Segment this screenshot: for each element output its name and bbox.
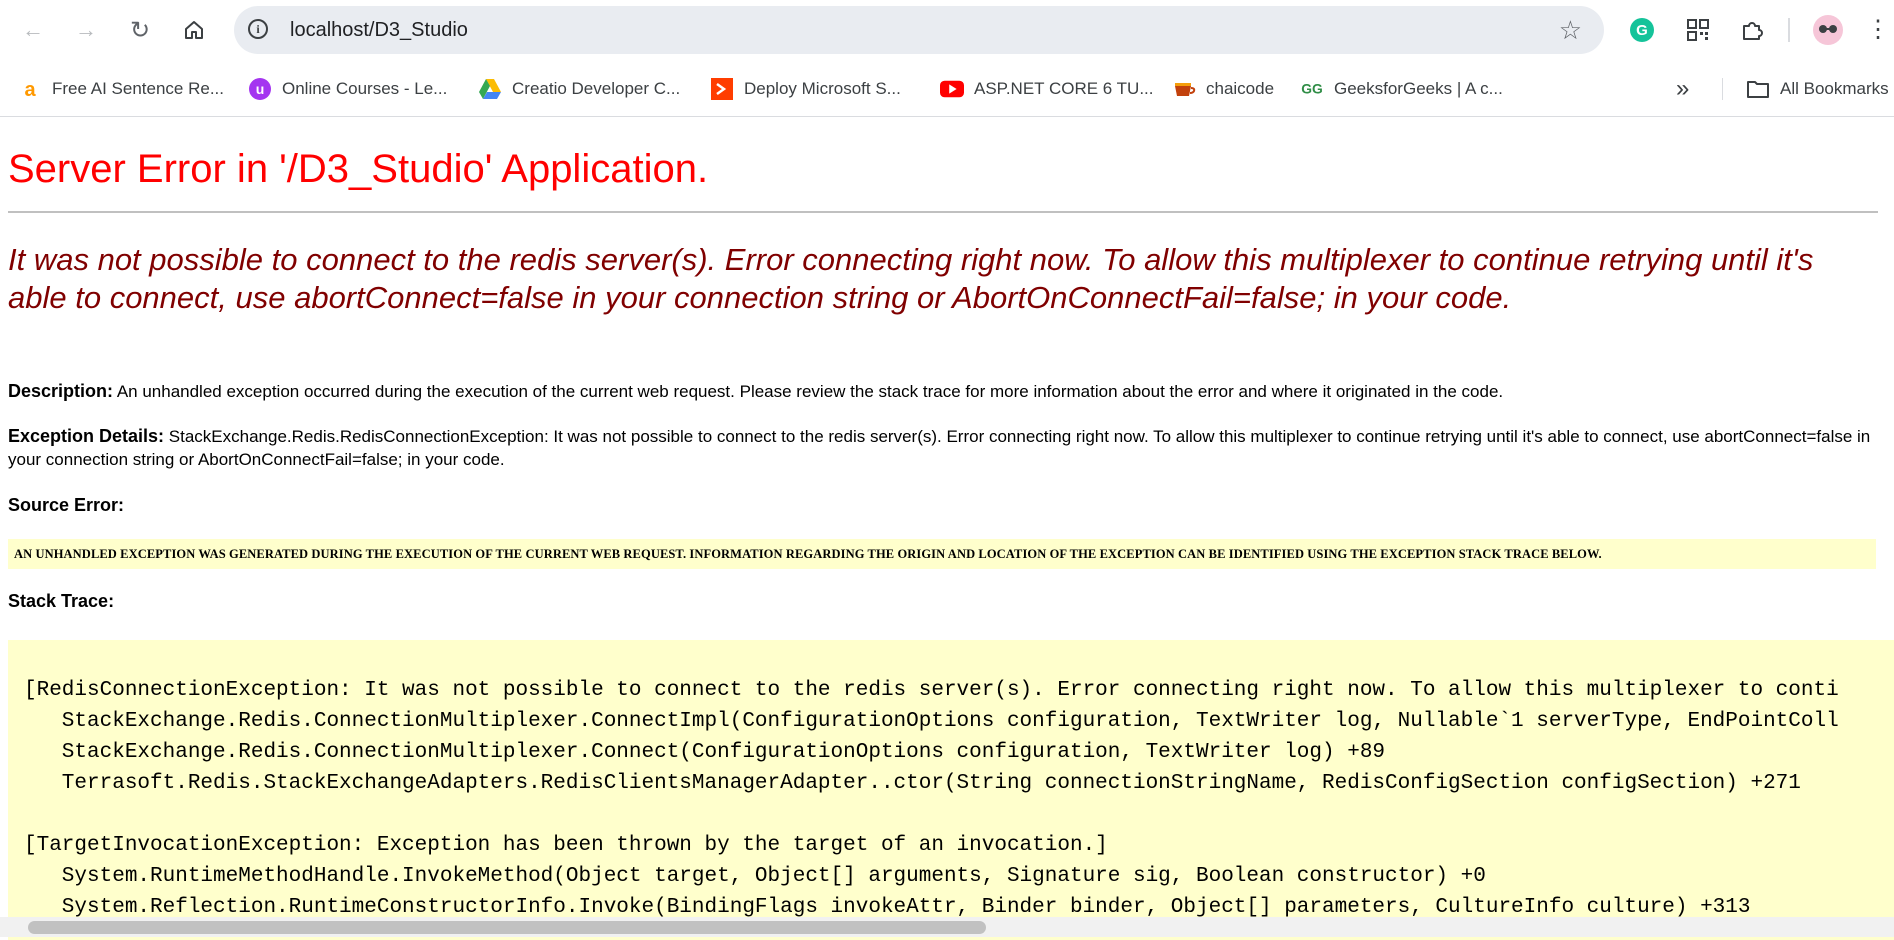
youtube-favicon xyxy=(940,77,964,101)
source-error-box: AN UNHANDLED EXCEPTION WAS GENERATED DUR… xyxy=(8,539,1876,569)
geeksforgeeks-favicon: GG xyxy=(1300,77,1324,101)
bookmark-item[interactable]: a Free AI Sentence Re... xyxy=(18,75,224,103)
all-bookmarks-button[interactable]: All Bookmarks xyxy=(1746,75,1889,103)
bookmark-star-icon[interactable]: ☆ xyxy=(1559,15,1582,46)
exception-details-section: Exception Details: StackExchange.Redis.R… xyxy=(8,425,1878,471)
info-icon[interactable]: i xyxy=(248,19,268,39)
source-error-label: Source Error: xyxy=(8,495,125,515)
stack-trace-line: [RedisConnectionException: It was not po… xyxy=(24,679,1839,702)
page-content: Server Error in '/D3_Studio' Application… xyxy=(0,117,1894,940)
toolbar-divider xyxy=(1788,18,1790,42)
svg-text:GG: GG xyxy=(1301,81,1323,97)
home-icon xyxy=(185,21,203,39)
exception-details-label: Exception Details: xyxy=(8,426,165,446)
deploy-favicon xyxy=(710,77,734,101)
forward-button[interactable]: → xyxy=(70,14,102,46)
title-divider xyxy=(8,211,1878,213)
browser-toolbar: ← → ↻ i localhost/D3_Studio ☆ G ⋮ xyxy=(0,0,1894,62)
stack-trace-line: [TargetInvocationException: Exception ha… xyxy=(24,834,1108,857)
bookmark-item[interactable]: chaicode xyxy=(1172,75,1274,103)
chevron-double-right-icon: » xyxy=(1676,75,1690,102)
grammarly-extension-icon[interactable]: G xyxy=(1624,12,1660,48)
stack-trace-label: Stack Trace: xyxy=(8,591,115,611)
back-button[interactable]: ← xyxy=(17,14,49,46)
description-text: An unhandled exception occurred during t… xyxy=(116,382,1504,401)
source-error-section: Source Error: xyxy=(8,494,1878,517)
udemy-favicon: u xyxy=(248,77,272,101)
home-button[interactable] xyxy=(178,14,210,46)
exception-details-text: StackExchange.Redis.RedisConnectionExcep… xyxy=(8,427,1871,469)
stack-trace-line: StackExchange.Redis.ConnectionMultiplexe… xyxy=(24,710,1839,733)
svg-text:u: u xyxy=(256,81,265,97)
arrow-left-icon: ← xyxy=(22,17,44,42)
svg-text:G: G xyxy=(1636,22,1648,39)
google-drive-favicon xyxy=(478,77,502,101)
bookmarks-bar: a Free AI Sentence Re... u Online Course… xyxy=(0,62,1894,117)
profile-avatar[interactable] xyxy=(1810,12,1846,48)
bookmark-item[interactable]: u Online Courses - Le... xyxy=(248,75,447,103)
bookmark-item[interactable]: ASP.NET CORE 6 TU... xyxy=(940,75,1154,103)
bookmarks-divider xyxy=(1722,78,1723,100)
stack-trace-section: Stack Trace: xyxy=(8,590,1878,613)
reload-icon: ↻ xyxy=(129,16,151,44)
reload-button[interactable]: ↻ xyxy=(124,14,156,46)
stack-trace-line: StackExchange.Redis.ConnectionMultiplexe… xyxy=(24,741,1386,764)
chaicode-favicon xyxy=(1172,77,1196,101)
more-bookmarks-button[interactable]: » xyxy=(1676,75,1689,103)
bookmark-item[interactable]: Creatio Developer C... xyxy=(478,75,680,103)
horizontal-scrollbar[interactable] xyxy=(0,917,1894,937)
folder-icon xyxy=(1746,77,1770,101)
stack-trace-line: System.Reflection.RuntimeConstructorInfo… xyxy=(24,896,1751,919)
extensions-puzzle-icon[interactable] xyxy=(1734,12,1770,48)
scrollbar-thumb[interactable] xyxy=(28,921,986,934)
address-bar[interactable]: i localhost/D3_Studio ☆ xyxy=(234,6,1604,54)
arrow-right-icon: → xyxy=(75,17,97,42)
stack-trace-line: Terrasoft.Redis.StackExchangeAdapters.Re… xyxy=(24,772,1801,795)
bookmark-item[interactable]: Deploy Microsoft S... xyxy=(710,75,901,103)
ai-writer-favicon: a xyxy=(18,77,42,101)
stack-trace-box: [RedisConnectionException: It was not po… xyxy=(8,640,1894,940)
description-section: Description: An unhandled exception occu… xyxy=(8,380,1878,403)
description-label: Description: xyxy=(8,381,114,401)
stack-trace-line: System.RuntimeMethodHandle.InvokeMethod(… xyxy=(24,865,1486,888)
browser-menu-icon[interactable]: ⋮ xyxy=(1866,12,1890,48)
error-message: It was not possible to connect to the re… xyxy=(8,242,1814,315)
url-text[interactable]: localhost/D3_Studio xyxy=(290,19,468,42)
qr-code-icon[interactable] xyxy=(1680,12,1716,48)
bookmark-item[interactable]: GG GeeksforGeeks | A c... xyxy=(1300,75,1503,103)
source-error-text: AN UNHANDLED EXCEPTION WAS GENERATED DUR… xyxy=(14,546,1602,561)
page-title: Server Error in '/D3_Studio' Application… xyxy=(8,147,709,191)
svg-text:a: a xyxy=(24,79,36,100)
